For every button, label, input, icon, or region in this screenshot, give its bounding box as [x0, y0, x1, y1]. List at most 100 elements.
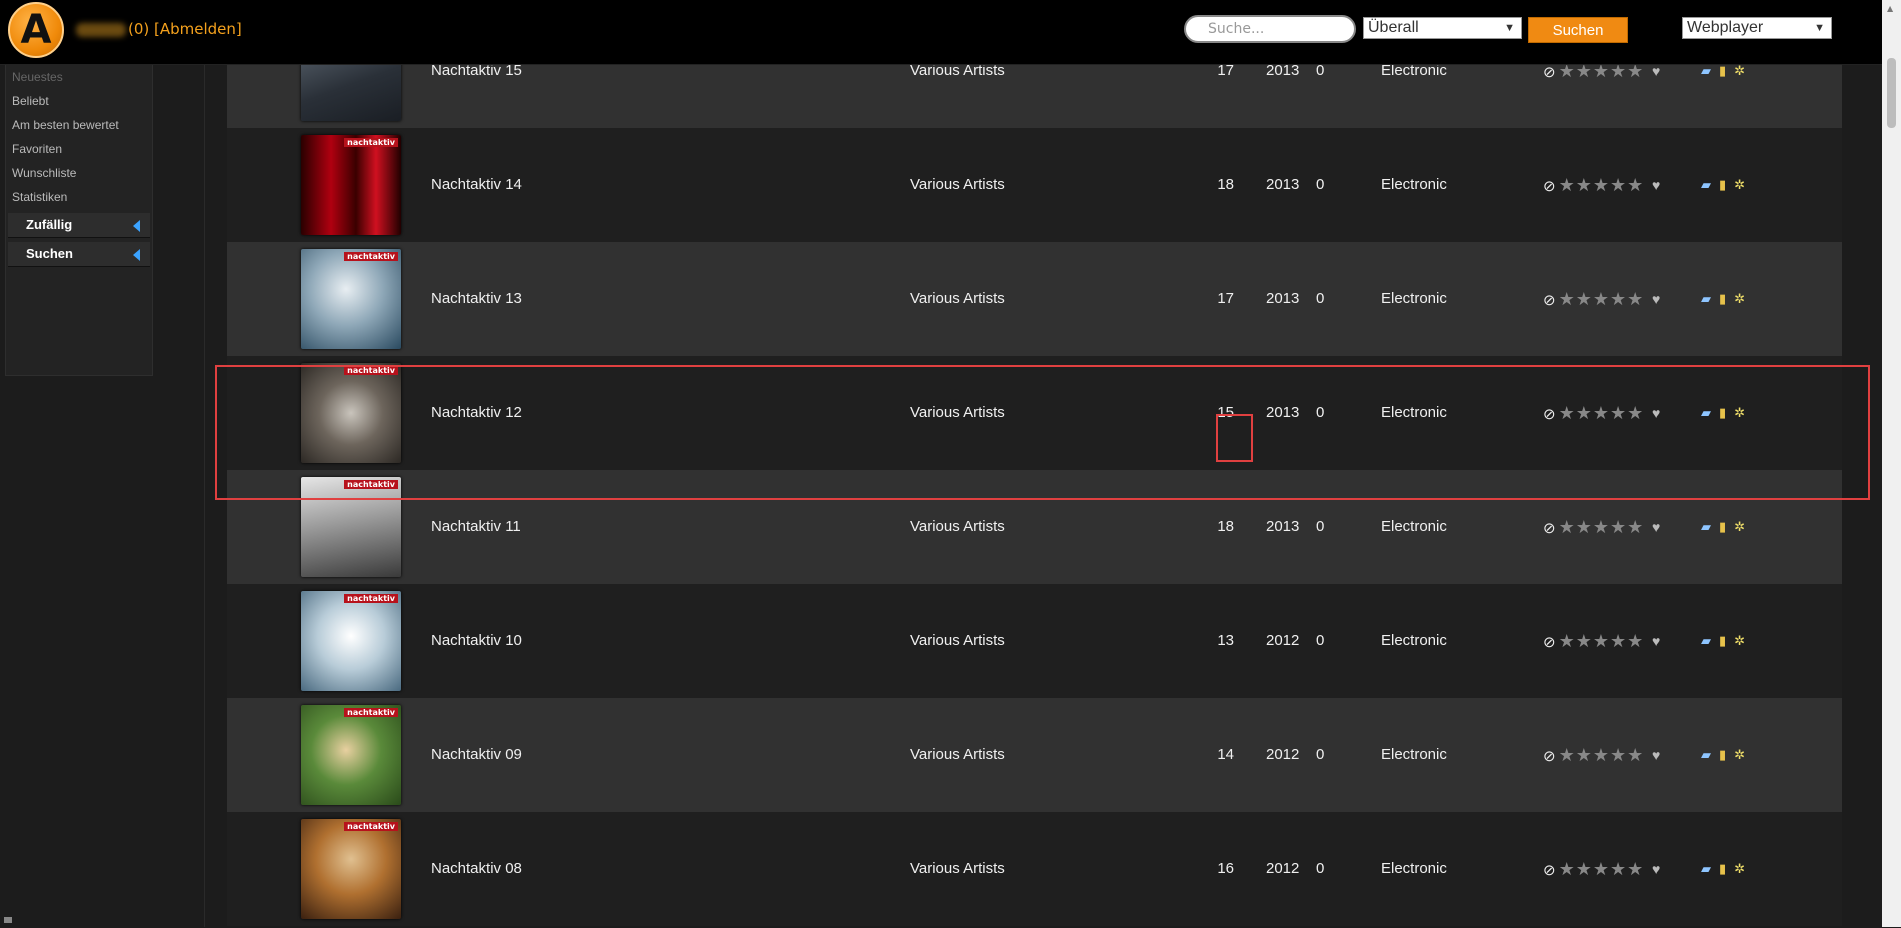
star-icon[interactable]: ★ [1593, 175, 1610, 195]
star-icon[interactable]: ★ [1576, 175, 1593, 195]
scroll-up-icon[interactable]: ▲ [1887, 4, 1893, 13]
album-row[interactable]: nachtaktiv Nachtaktiv 08 Various Artists… [227, 812, 1842, 926]
album-title-link[interactable]: Nachtaktiv 14 [431, 128, 522, 242]
star-icon[interactable]: ★ [1627, 175, 1644, 195]
album-artist-link[interactable]: Various Artists [910, 698, 1005, 812]
star-icon[interactable]: ★ [1576, 517, 1593, 537]
comment-icon[interactable]: ▰ [1701, 242, 1711, 356]
pdf-icon[interactable]: ▮ [1719, 242, 1726, 356]
heart-icon[interactable]: ♥ [1652, 812, 1660, 926]
star-icon[interactable]: ★ [1593, 859, 1610, 879]
album-title-link[interactable]: Nachtaktiv 13 [431, 242, 522, 356]
album-genre-link[interactable]: Electronic [1381, 698, 1447, 812]
ban-icon[interactable]: ⊘ [1543, 862, 1557, 879]
settings-icon[interactable]: ✲ [1734, 812, 1745, 926]
album-cover[interactable]: nachtaktiv [301, 249, 401, 349]
ban-icon[interactable]: ⊘ [1543, 748, 1557, 765]
ban-icon[interactable]: ⊘ [1543, 64, 1557, 81]
album-title-link[interactable]: Nachtaktiv 08 [431, 812, 522, 926]
album-title-link[interactable]: Nachtaktiv 10 [431, 584, 522, 698]
search-scope-select[interactable]: Überall ▼ [1363, 17, 1522, 39]
album-genre-link[interactable]: Electronic [1381, 812, 1447, 926]
comment-icon[interactable]: ▰ [1701, 698, 1711, 812]
star-icon[interactable]: ★ [1559, 289, 1576, 309]
star-icon[interactable]: ★ [1627, 289, 1644, 309]
ban-icon[interactable]: ⊘ [1543, 292, 1557, 309]
user-menu[interactable]: (0) [Abmelden] [76, 20, 242, 38]
star-icon[interactable]: ★ [1610, 631, 1627, 651]
sidebar-item-statistiken[interactable]: Statistiken [6, 185, 152, 209]
album-artist-link[interactable]: Various Artists [910, 128, 1005, 242]
sidebar-section-zufaellig[interactable]: Zufällig [8, 213, 150, 238]
sidebar-item-beliebt[interactable]: Beliebt [6, 89, 152, 113]
star-icon[interactable]: ★ [1559, 745, 1576, 765]
star-icon[interactable]: ★ [1610, 745, 1627, 765]
comment-icon[interactable]: ▰ [1701, 128, 1711, 242]
ban-icon[interactable]: ⊘ [1543, 178, 1557, 195]
star-icon[interactable]: ★ [1576, 631, 1593, 651]
star-icon[interactable]: ★ [1610, 859, 1627, 879]
star-icon[interactable]: ★ [1593, 745, 1610, 765]
comment-icon[interactable]: ▰ [1701, 812, 1711, 926]
star-icon[interactable]: ★ [1627, 745, 1644, 765]
album-artist-link[interactable]: Various Artists [910, 242, 1005, 356]
pdf-icon[interactable]: ▮ [1719, 698, 1726, 812]
heart-icon[interactable]: ♥ [1652, 698, 1660, 812]
sidebar-item-am-besten-bewertet[interactable]: Am besten bewertet [6, 113, 152, 137]
album-genre-link[interactable]: Electronic [1381, 242, 1447, 356]
heart-icon[interactable]: ♥ [1652, 242, 1660, 356]
star-icon[interactable]: ★ [1610, 175, 1627, 195]
star-icon[interactable]: ★ [1559, 631, 1576, 651]
scrollbar-thumb[interactable] [1887, 58, 1896, 128]
scrollbar[interactable]: ▲ [1882, 0, 1901, 927]
album-row[interactable]: nachtaktiv Nachtaktiv 10 Various Artists… [227, 584, 1842, 698]
star-icon[interactable]: ★ [1593, 517, 1610, 537]
sidebar-item-wunschliste[interactable]: Wunschliste [6, 161, 152, 185]
star-icon[interactable]: ★ [1576, 859, 1593, 879]
star-icon[interactable]: ★ [1627, 517, 1644, 537]
star-icon[interactable]: ★ [1576, 289, 1593, 309]
star-icon[interactable]: ★ [1627, 859, 1644, 879]
app-logo[interactable]: A [8, 2, 64, 58]
star-icon[interactable]: ★ [1627, 631, 1644, 651]
album-title-link[interactable]: Nachtaktiv 09 [431, 698, 522, 812]
settings-icon[interactable]: ✲ [1734, 128, 1745, 242]
album-artist-link[interactable]: Various Artists [910, 584, 1005, 698]
star-icon[interactable]: ★ [1559, 175, 1576, 195]
sidebar-section-suchen[interactable]: Suchen [8, 242, 150, 267]
search-button[interactable]: Suchen [1528, 17, 1628, 43]
search-input[interactable] [1184, 15, 1356, 43]
sidebar-item-favoriten[interactable]: Favoriten [6, 137, 152, 161]
album-cover[interactable]: nachtaktiv [301, 135, 401, 235]
star-icon[interactable]: ★ [1610, 517, 1627, 537]
settings-icon[interactable]: ✲ [1734, 242, 1745, 356]
star-icon[interactable]: ★ [1559, 517, 1576, 537]
sidebar-item-neuestes[interactable]: Neuestes [6, 65, 152, 89]
star-icon[interactable]: ★ [1593, 631, 1610, 651]
album-cover[interactable]: nachtaktiv [301, 591, 401, 691]
comment-icon[interactable]: ▰ [1701, 584, 1711, 698]
album-cover[interactable]: nachtaktiv [301, 819, 401, 919]
album-genre-link[interactable]: Electronic [1381, 128, 1447, 242]
logout-link[interactable]: (0) [Abmelden] [128, 20, 242, 38]
pdf-icon[interactable]: ▮ [1719, 584, 1726, 698]
pdf-icon[interactable]: ▮ [1719, 812, 1726, 926]
settings-icon[interactable]: ✲ [1734, 698, 1745, 812]
heart-icon[interactable]: ♥ [1652, 584, 1660, 698]
album-row[interactable]: nachtaktiv Nachtaktiv 14 Various Artists… [227, 128, 1842, 242]
ban-icon[interactable]: ⊘ [1543, 634, 1557, 651]
pdf-icon[interactable]: ▮ [1719, 128, 1726, 242]
star-icon[interactable]: ★ [1610, 289, 1627, 309]
star-icon[interactable]: ★ [1559, 859, 1576, 879]
album-cover[interactable]: nachtaktiv [301, 705, 401, 805]
album-row[interactable]: nachtaktiv Nachtaktiv 09 Various Artists… [227, 698, 1842, 812]
album-row[interactable]: nachtaktiv Nachtaktiv 13 Various Artists… [227, 242, 1842, 356]
player-select[interactable]: Webplayer ▼ [1682, 17, 1832, 39]
star-icon[interactable]: ★ [1593, 289, 1610, 309]
settings-icon[interactable]: ✲ [1734, 584, 1745, 698]
star-icon[interactable]: ★ [1576, 745, 1593, 765]
album-genre-link[interactable]: Electronic [1381, 584, 1447, 698]
album-artist-link[interactable]: Various Artists [910, 812, 1005, 926]
heart-icon[interactable]: ♥ [1652, 128, 1660, 242]
ban-icon[interactable]: ⊘ [1543, 520, 1557, 537]
